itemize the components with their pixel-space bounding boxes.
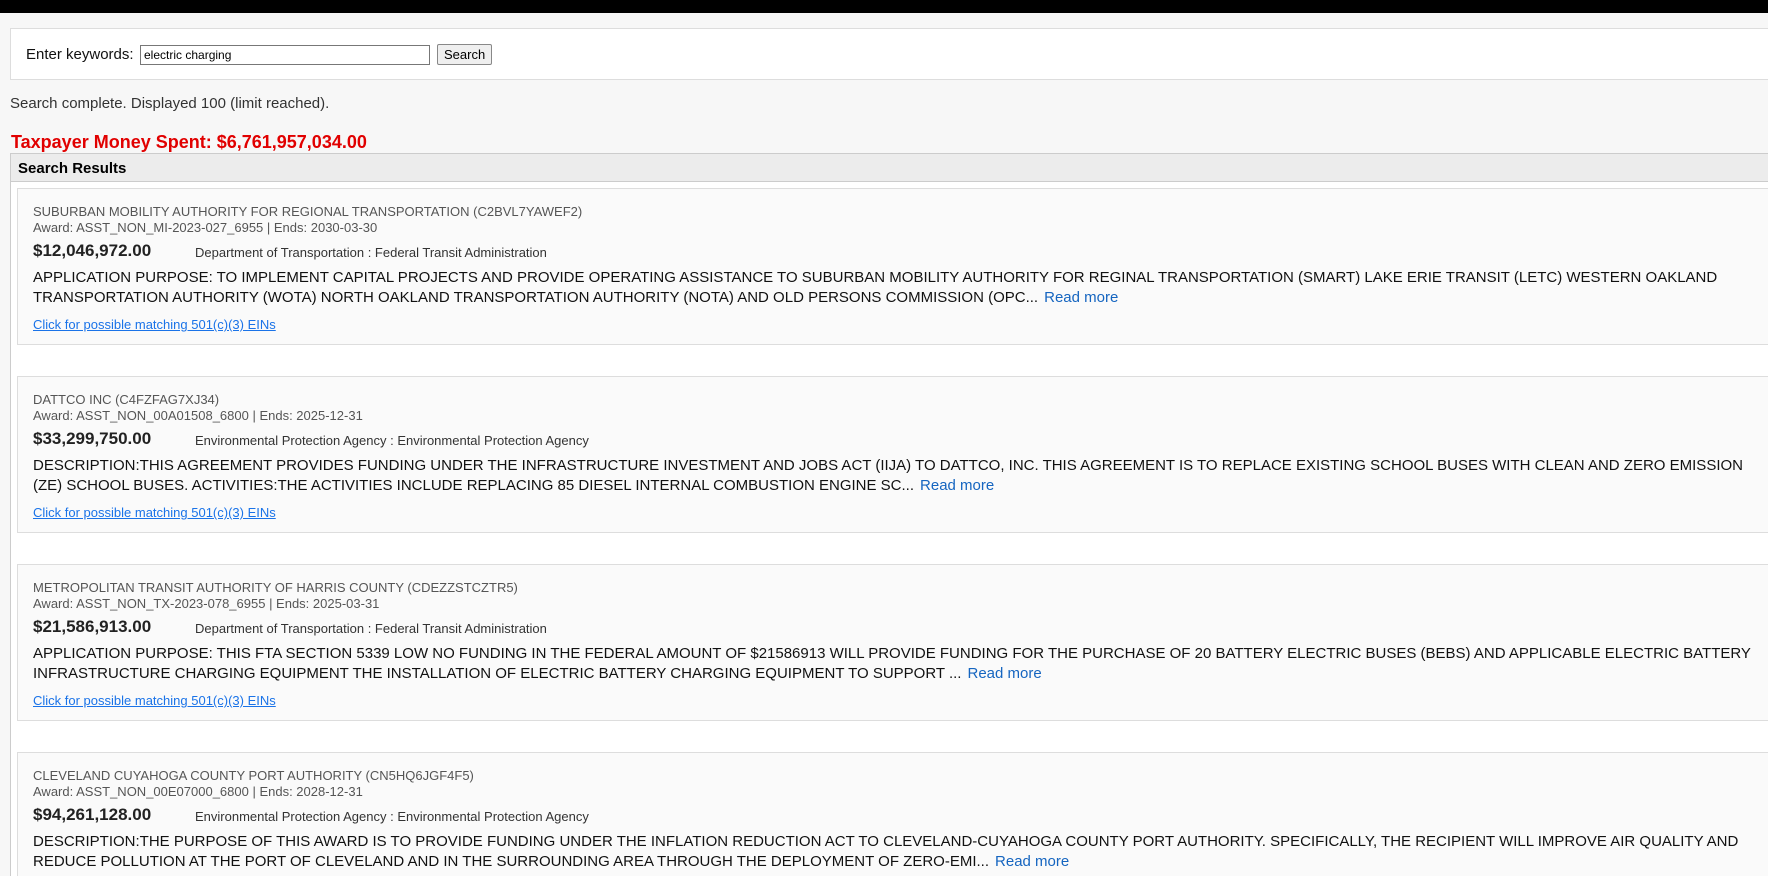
award-amount: $12,046,972.00 <box>33 241 152 260</box>
description-text: APPLICATION PURPOSE: THIS FTA SECTION 53… <box>33 645 1751 682</box>
award-amount: $21,586,913.00 <box>33 617 152 636</box>
description: APPLICATION PURPOSE: THIS FTA SECTION 53… <box>33 644 1753 684</box>
total-spent: Taxpayer Money Spent: $6,761,957,034.00 <box>11 132 367 152</box>
result-card: METROPOLITAN TRANSIT AUTHORITY OF HARRIS… <box>17 564 1768 721</box>
read-more-link[interactable]: Read more <box>1044 289 1118 306</box>
description: APPLICATION PURPOSE: TO IMPLEMENT CAPITA… <box>33 268 1753 308</box>
description-text: DESCRIPTION:THE PURPOSE OF THIS AWARD IS… <box>33 833 1739 870</box>
agency: Environmental Protection Agency : Enviro… <box>195 433 589 448</box>
result-card: CLEVELAND CUYAHOGA COUNTY PORT AUTHORITY… <box>17 752 1768 876</box>
recipient-name: METROPOLITAN TRANSIT AUTHORITY OF HARRIS… <box>33 580 518 595</box>
award-amount: $94,261,128.00 <box>33 805 152 824</box>
award-info: Award: ASST_NON_00A01508_6800 | Ends: 20… <box>33 408 363 423</box>
read-more-link[interactable]: Read more <box>967 665 1041 682</box>
search-label: Enter keywords: <box>26 46 134 63</box>
ein-link[interactable]: Click for possible matching 501(c)(3) EI… <box>33 317 276 332</box>
read-more-link[interactable]: Read more <box>995 853 1069 870</box>
search-button[interactable]: Search <box>437 44 493 65</box>
results-header: Search Results <box>10 153 1768 182</box>
recipient-name: CLEVELAND CUYAHOGA COUNTY PORT AUTHORITY… <box>33 768 474 783</box>
recipient-name: SUBURBAN MOBILITY AUTHORITY FOR REGIONAL… <box>33 204 583 219</box>
award-info: Award: ASST_NON_TX-2023-078_6955 | Ends:… <box>33 596 380 611</box>
agency: Environmental Protection Agency : Enviro… <box>195 809 589 824</box>
award-info: Award: ASST_NON_00E07000_6800 | Ends: 20… <box>33 784 363 799</box>
results-list: SUBURBAN MOBILITY AUTHORITY FOR REGIONAL… <box>10 182 1768 876</box>
results-title: Search Results <box>18 160 127 177</box>
top-black-bar <box>0 0 1768 13</box>
search-input[interactable] <box>140 45 430 65</box>
result-card: SUBURBAN MOBILITY AUTHORITY FOR REGIONAL… <box>17 188 1768 345</box>
ein-link[interactable]: Click for possible matching 501(c)(3) EI… <box>33 693 276 708</box>
agency: Department of Transportation : Federal T… <box>195 245 547 260</box>
description: DESCRIPTION:THE PURPOSE OF THIS AWARD IS… <box>33 832 1753 872</box>
agency: Department of Transportation : Federal T… <box>195 621 547 636</box>
description-text: APPLICATION PURPOSE: TO IMPLEMENT CAPITA… <box>33 269 1718 306</box>
read-more-link[interactable]: Read more <box>920 477 994 494</box>
award-amount: $33,299,750.00 <box>33 429 152 448</box>
result-card: DATTCO INC (C4FZFAG7XJ34) Award: ASST_NO… <box>17 376 1768 533</box>
description: DESCRIPTION:THIS AGREEMENT PROVIDES FUND… <box>33 456 1753 496</box>
recipient-name: DATTCO INC (C4FZFAG7XJ34) <box>33 392 220 407</box>
ein-link[interactable]: Click for possible matching 501(c)(3) EI… <box>33 505 276 520</box>
search-status: Search complete. Displayed 100 (limit re… <box>10 95 330 112</box>
description-text: DESCRIPTION:THIS AGREEMENT PROVIDES FUND… <box>33 457 1743 494</box>
award-info: Award: ASST_NON_MI-2023-027_6955 | Ends:… <box>33 220 378 235</box>
search-form: Enter keywords: Search <box>10 28 1768 80</box>
